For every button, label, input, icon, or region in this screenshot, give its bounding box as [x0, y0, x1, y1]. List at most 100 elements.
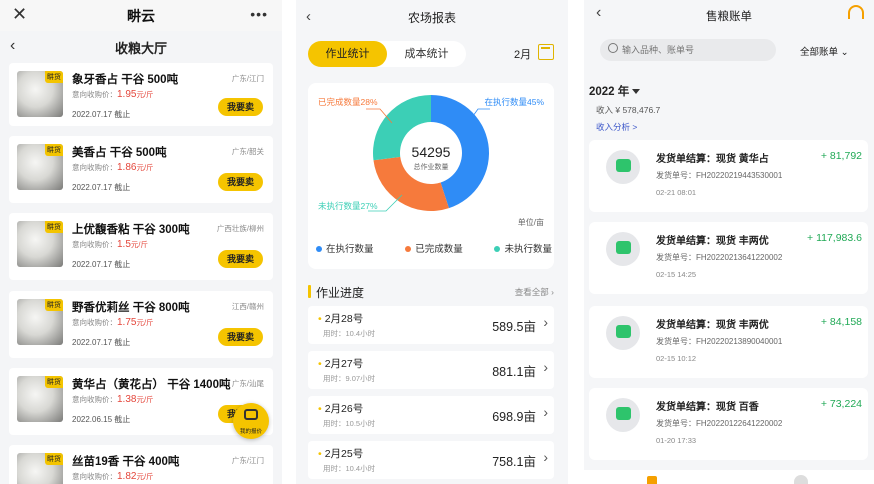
tab-cost-stats[interactable]: 成本统计: [387, 41, 466, 67]
search-icon: [608, 43, 618, 53]
page-title: 收粮大厅: [114, 40, 167, 56]
progress-used: 用时：10.5小时: [323, 419, 376, 428]
bill-card[interactable]: 发货单结算：现货 黄华占 发货单号：FH20220219443530001 02…: [589, 140, 868, 212]
grain-location: 广东/汕尾: [231, 379, 264, 388]
back-icon[interactable]: ‹: [10, 37, 15, 55]
progress-used: 用时：9.07小时: [323, 374, 376, 383]
back-icon[interactable]: ‹: [596, 4, 601, 22]
badge: 畊货: [45, 221, 63, 233]
bill-amount: + 84,158: [820, 316, 862, 328]
sell-button[interactable]: 我要卖: [218, 173, 263, 191]
close-icon[interactable]: ✕: [12, 4, 27, 25]
truck-icon: [606, 398, 640, 432]
grain-name: 上优馥香粘 干谷 300吨: [72, 224, 190, 236]
search-box[interactable]: [600, 39, 776, 61]
unit-note: 单位/亩: [517, 218, 544, 227]
tab-work-stats[interactable]: 作业统计: [308, 41, 387, 67]
grain-name: 野香优莉丝 干谷 800吨: [72, 302, 190, 314]
bill-order: 发货单号：FH20220213890040001: [656, 337, 783, 346]
label-done: 已完成数量28%: [318, 97, 378, 107]
calendar-icon[interactable]: [538, 44, 554, 60]
bill-title: 发货单结算：现货 丰两优: [656, 236, 769, 247]
back-icon[interactable]: ‹: [306, 8, 311, 25]
progress-value: 758.1亩: [492, 455, 536, 469]
my-quote-button[interactable]: 我的报价: [233, 403, 269, 439]
grain-price: 意向收购价：1.82元/斤: [72, 471, 154, 482]
sell-button[interactable]: 我要卖: [218, 98, 263, 116]
bill-amount: + 73,224: [820, 398, 862, 410]
grain-price: 意向收购价：1.38元/斤: [72, 394, 154, 405]
chevron-down-icon: ⌄: [840, 47, 849, 58]
search-input[interactable]: [622, 42, 772, 58]
bill-filter-dropdown[interactable]: 全部账单 ⌄: [800, 44, 849, 58]
chevron-right-icon: ›: [543, 359, 548, 375]
legend-item: 已完成数量: [405, 241, 463, 255]
grain-name: 象牙香占 干谷 500吨: [72, 74, 179, 86]
caret-down-icon: [632, 89, 641, 95]
tab-icon-home[interactable]: [647, 476, 657, 484]
progress-date: 2月25号: [318, 446, 364, 461]
progress-used: 用时：10.4小时: [323, 329, 376, 338]
grain-card[interactable]: 畊货 野香优莉丝 干谷 800吨 江西/赣州 意向收购价：1.75元/斤 202…: [9, 291, 273, 358]
farm-report-screen: ‹ 农场报表 作业统计 成本统计 2月 54295 总作业数量 已完成数量28%…: [296, 0, 568, 484]
chat-icon: [244, 409, 258, 420]
grain-price: 意向收购价：1.75元/斤: [72, 317, 154, 328]
bill-card[interactable]: 发货单结算：现货 丰两优 发货单号：FH20220213641220002 02…: [589, 222, 868, 294]
grain-location: 广西壮族/柳州: [216, 224, 264, 233]
grain-card[interactable]: 畊货 丝苗19香 干谷 400吨 广东/江门 意向收购价：1.82元/斤: [9, 445, 273, 484]
truck-icon: [606, 232, 640, 266]
progress-row[interactable]: 2月28号 用时：10.4小时 589.5亩 ›: [308, 306, 554, 344]
year-selector[interactable]: 2022 年: [589, 83, 641, 99]
bill-card[interactable]: 发货单结算：现货 百香 发货单号：FH20220122641220002 01-…: [589, 388, 868, 460]
progress-date: 2月26号: [318, 401, 364, 416]
grain-location: 广东/韶关: [231, 147, 264, 156]
badge: 畊货: [45, 144, 63, 156]
app-header: ✕ 畊云 •••: [0, 0, 282, 31]
grain-deadline: 2022.07.17 截止: [72, 110, 131, 119]
bill-time: 01-20 17:33: [656, 436, 697, 445]
truck-icon: [606, 150, 640, 184]
sell-button[interactable]: 我要卖: [218, 250, 263, 268]
grain-deadline: 2022.07.17 截止: [72, 260, 131, 269]
grain-card[interactable]: 畊货 象牙香占 干谷 500吨 广东/江门 意向收购价：1.95元/斤 2022…: [9, 63, 273, 126]
section-title: 作业进度: [316, 286, 365, 300]
legend-item: 在执行数量: [316, 241, 374, 255]
grain-image: 畊货: [17, 376, 63, 422]
sell-button[interactable]: 我要卖: [218, 328, 263, 346]
progress-row[interactable]: 2月27号 用时：9.07小时 881.1亩 ›: [308, 351, 554, 389]
grain-deadline: 2022.06.15 截止: [72, 415, 131, 424]
bill-card[interactable]: 发货单结算：现货 丰两优 发货单号：FH20220213890040001 02…: [589, 306, 868, 378]
section-header: 作业进度 查看全部 ›: [308, 282, 554, 302]
grain-name: 丝苗19香 干谷 400吨: [72, 456, 180, 468]
income-analysis-link[interactable]: 收入分析 >: [596, 121, 637, 133]
progress-row[interactable]: 2月26号 用时：10.5小时 698.9亩 ›: [308, 396, 554, 434]
pie-chart-card: 54295 总作业数量 已完成数量28% 在执行数量45% 未执行数量27% 单…: [308, 83, 554, 269]
tab-icon-profile[interactable]: [794, 475, 808, 484]
badge: 畊货: [45, 376, 63, 388]
grain-card[interactable]: 畊货 美香占 干谷 500吨 广东/韶关 意向收购价：1.86元/斤 2022.…: [9, 136, 273, 203]
total-label: 总作业数量: [414, 162, 449, 171]
bill-time: 02-15 14:25: [656, 270, 697, 279]
headset-icon[interactable]: [848, 5, 864, 19]
page-nav: ‹ 收粮大厅: [0, 31, 282, 63]
bill-amount: + 81,792: [820, 150, 862, 162]
view-all-link[interactable]: 查看全部 ›: [515, 286, 554, 298]
grain-price: 意向收购价：1.95元/斤: [72, 89, 154, 100]
grain-image: 畊货: [17, 299, 63, 345]
grain-location: 广东/江门: [231, 74, 264, 83]
grain-name: 美香占 干谷 500吨: [72, 147, 167, 159]
bill-amount: + 117,983.6: [807, 232, 862, 244]
progress-row[interactable]: 2月25号 用时：10.4小时 758.1亩 ›: [308, 441, 554, 479]
grain-card[interactable]: 畊货 上优馥香粘 干谷 300吨 广西壮族/柳州 意向收购价：1.5元/斤 20…: [9, 213, 273, 280]
page-header: ‹ 售粮账单: [584, 0, 874, 31]
grain-image: 畊货: [17, 453, 63, 484]
grain-price: 意向收购价：1.86元/斤: [72, 162, 154, 173]
income-total: 收入 ¥ 578,476.7: [596, 105, 661, 115]
more-icon[interactable]: •••: [250, 6, 268, 22]
month-selector[interactable]: 2月: [514, 46, 531, 62]
bill-time: 02-21 08:01: [656, 188, 697, 197]
page-title: 售粮账单: [706, 10, 752, 23]
total-value: 54295: [412, 144, 451, 160]
bill-title: 发货单结算：现货 百香: [656, 402, 759, 413]
grain-location: 江西/赣州: [231, 302, 264, 311]
